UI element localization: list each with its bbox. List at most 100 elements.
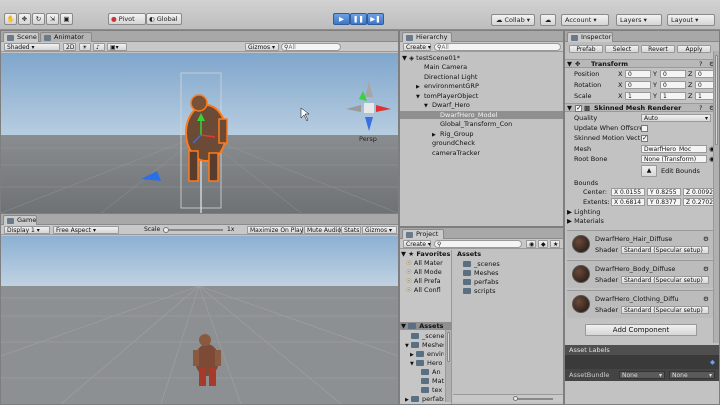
quality-dropdown[interactable]: Auto ▾ [641,114,711,122]
asset-tree-item[interactable]: tex [400,386,444,394]
foldout-arrow[interactable]: ▶ [416,83,424,91]
skinned-mesh-renderer-header[interactable]: ▼ ▩ Skinned Mesh Renderer ? ⚙ [565,103,719,112]
move-tool-button[interactable]: ✥ [18,13,31,25]
mesh-field[interactable]: DwarfHero_Moc [641,145,707,153]
asset-tree-item[interactable]: Mat [400,377,444,385]
position-z-field[interactable]: 0 [695,70,715,78]
pause-button[interactable]: ❚❚ [350,13,367,25]
extents-x-field[interactable]: X 0.6814 [611,198,645,206]
hierarchy-item[interactable]: Directional Light [400,73,563,81]
play-button[interactable]: ▶ [333,13,350,25]
lighting-toggle[interactable]: ☀ [79,43,91,51]
favorite-item[interactable]: ☉ All Prefa [406,277,441,285]
tree-scrollbar[interactable] [445,330,451,402]
asset-tree-item[interactable]: ▶perfabs [400,395,444,403]
shader-dropdown[interactable]: Standard (Specular setup) [621,276,709,284]
scale-z-field[interactable]: 1 [695,92,715,100]
foldout-arrow[interactable]: ▶ [432,131,440,139]
scene-search-input[interactable]: ⚲All [281,43,341,51]
display-dropdown[interactable]: Display 1 ▾ [4,226,50,234]
hierarchy-item[interactable]: ▼ tomPlayerObject [400,92,563,100]
position-x-field[interactable]: 0 [625,70,651,78]
prefab-select-button[interactable]: Select [605,45,639,53]
foldout-arrow[interactable]: ▼ [424,102,432,110]
game-viewport[interactable] [1,236,398,404]
asset-tree-item[interactable]: ▼ Hero [400,359,444,367]
rotation-y-field[interactable]: 0 [660,81,686,89]
project-search-input[interactable]: ⚲ [434,240,522,248]
scale-x-field[interactable]: 1 [625,92,651,100]
layout-dropdown[interactable]: Layout ▾ [667,14,715,26]
position-y-field[interactable]: 0 [660,70,686,78]
favorite-item[interactable]: ☉ All Mode [406,268,442,276]
material-entry[interactable]: DwarfHero_Hair_Diffuse ⚙ Shader Standard (S… [567,230,713,258]
project-folder-item[interactable]: _scenes [463,260,500,268]
project-folder-item[interactable]: perfabs [463,278,499,286]
project-folder-item[interactable]: scripts [463,287,496,295]
hierarchy-item[interactable]: groundCheck [400,139,563,147]
asset-tree-item[interactable]: ▼Meshes [400,341,444,349]
assets-root-row[interactable]: ▼ Assets [400,322,452,330]
gizmos-dropdown[interactable]: Gizmos ▾ [245,43,279,51]
rect-tool-button[interactable]: ▣ [60,13,73,25]
layers-dropdown[interactable]: Layers ▾ [616,14,662,26]
game-gizmos-dropdown[interactable]: Gizmos ▾ [362,226,397,234]
cloud-services-button[interactable]: ☁ [540,14,556,26]
shader-dropdown[interactable]: Standard (Specular setup) [621,306,709,314]
maximize-on-play-toggle[interactable]: Maximize On Play [247,226,303,234]
tree-scrollbar-thumb[interactable] [447,332,450,362]
materials-foldout[interactable]: ▶ Materials [567,217,604,225]
prefab-apply-button[interactable]: Apply [677,45,711,53]
favorite-item[interactable]: ☉ All Confl [406,286,441,294]
asset-bundle-variant-dropdown[interactable]: None ▾ [669,371,715,379]
hierarchy-item[interactable]: DwarfHero_Model [400,110,563,119]
add-component-button[interactable]: Add Component [585,324,697,336]
tab-project[interactable]: Project [402,229,444,239]
tab-game[interactable]: Game [3,215,37,225]
asset-tree-item[interactable]: ▶enviro [400,350,444,358]
settings-gear-icon[interactable]: ⚙ [703,265,709,273]
center-x-field[interactable]: X 0.0155 [611,188,645,196]
tab-animator[interactable]: Animator [40,32,92,42]
help-icon[interactable]: ? [699,60,702,68]
project-folder-item[interactable]: Meshes [463,269,499,277]
center-y-field[interactable]: Y 0.8255 [647,188,681,196]
scene-viewport[interactable]: Persp [1,53,398,213]
edit-bounds-button[interactable]: ▲ [641,165,657,177]
2d-toggle[interactable]: 2D [63,43,76,51]
favorite-item[interactable]: ☉ All Mater [406,259,443,267]
hand-tool-button[interactable]: ✋ [4,13,17,25]
global-toggle[interactable]: ◐ Global [146,13,182,25]
account-dropdown[interactable]: Account ▾ [561,14,609,26]
project-create-dropdown[interactable]: Create ▾ [403,240,431,248]
inspector-scrollbar[interactable] [713,51,719,343]
icon-size-slider-thumb[interactable] [513,396,518,401]
hierarchy-create-dropdown[interactable]: Create ▾ [403,43,431,51]
settings-gear-icon[interactable]: ⚙ [703,295,709,303]
prefab-revert-button[interactable]: Revert [641,45,675,53]
hierarchy-item[interactable]: ▶ Rig_Group [400,130,563,138]
scene-root-row[interactable]: ▼ ◈ testScene01* [402,54,562,62]
hierarchy-item[interactable]: ▶ environmentGRP [400,82,563,90]
pivot-toggle[interactable]: ● Pivot [108,13,146,25]
smr-enabled-checkbox[interactable] [575,104,582,112]
aspect-dropdown[interactable]: Free Aspect ▾ [53,226,119,234]
hierarchy-item[interactable]: Global_Transform_Con [400,120,563,128]
settings-gear-icon[interactable]: ⚙ [703,235,709,243]
asset-tree-item[interactable]: _scenes [400,332,444,340]
scale-slider[interactable] [163,227,223,233]
inspector-scrollbar-thumb[interactable] [715,55,718,145]
audio-toggle[interactable]: ♪ [93,43,105,51]
tab-inspector[interactable]: Inspector [567,32,613,42]
extents-y-field[interactable]: Y 0.8377 [647,198,681,206]
hierarchy-item[interactable]: cameraTracker [400,149,563,157]
foldout-arrow[interactable]: ▼ [416,93,424,101]
lighting-foldout[interactable]: ▶ Lighting [567,208,600,216]
extents-z-field[interactable]: Z 0.2702 [683,198,717,206]
hierarchy-item[interactable]: ▼ Dwarf_Hero [400,101,563,109]
material-entry[interactable]: DwarfHero_Body_Diffuse ⚙ Shader Standard (S… [567,260,713,288]
hierarchy-item[interactable]: Main Camera [400,63,563,71]
material-entry[interactable]: DwarfHero_Clothing_Diffu ⚙ Shader Standard … [567,290,713,318]
hierarchy-search-input[interactable]: ⚲All [434,43,561,51]
shading-mode-dropdown[interactable]: Shaded ▾ [4,43,60,51]
